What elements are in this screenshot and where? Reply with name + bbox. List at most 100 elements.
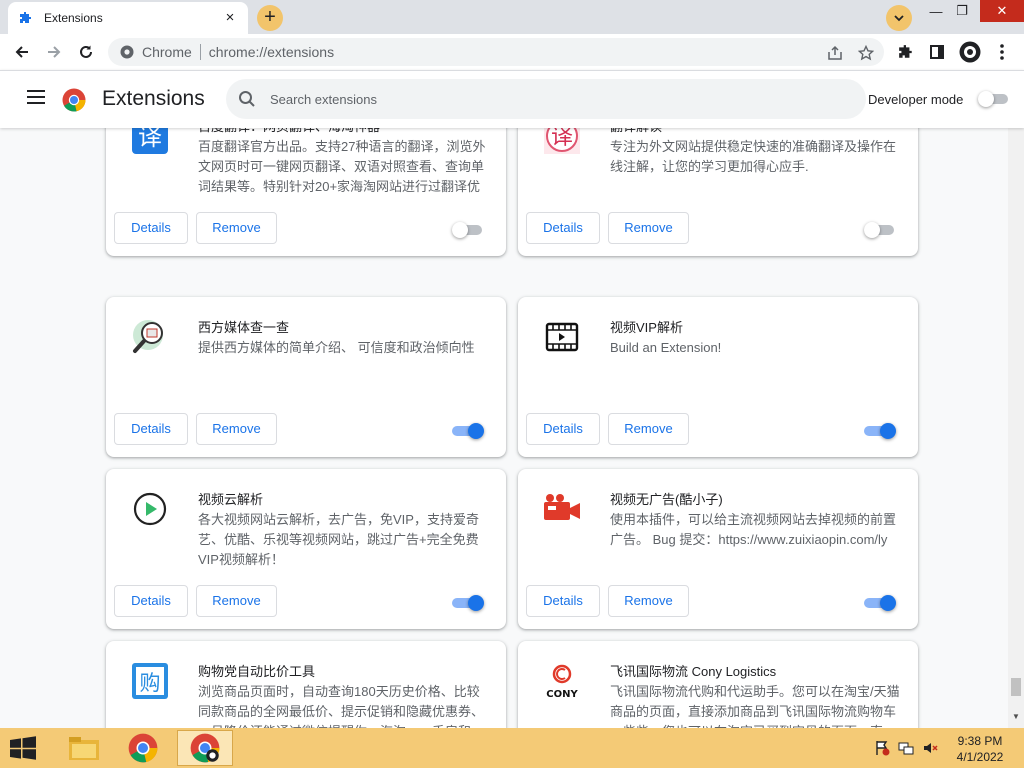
profile-avatar[interactable]: [956, 38, 984, 66]
developer-mode-label: Developer mode: [868, 92, 964, 107]
taskbar-file-explorer[interactable]: [56, 730, 112, 766]
chevron-down-icon: [894, 15, 904, 22]
video-camera-icon: [540, 487, 584, 531]
extension-card: 视频云解析 各大视频网站云解析，去广告，免VIP，支持爱奇艺、优酷、乐视等视频网…: [106, 469, 506, 629]
extension-enable-toggle[interactable]: [864, 423, 898, 439]
page-scrollbar[interactable]: ▼: [1008, 128, 1024, 728]
extension-description: 使用本插件，可以给主流视频网站去掉视频的前置广告。 Bug 提交：https:/…: [610, 512, 897, 547]
reload-button[interactable]: [72, 38, 100, 66]
close-window-button[interactable]: ✕: [980, 0, 1024, 22]
extension-card: 译 翻译解读 专注为外文网站提供稳定快速的准确翻译及操作在线注解，让您的学习更加…: [518, 128, 918, 256]
share-icon[interactable]: [826, 44, 844, 62]
extension-enable-toggle[interactable]: [864, 222, 898, 238]
scrollbar-thumb[interactable]: [1011, 678, 1021, 696]
bookmark-star-icon[interactable]: [857, 44, 875, 62]
remove-button[interactable]: Remove: [196, 585, 277, 617]
extension-description: 百度翻译官方出品。支持27种语言的翻译，浏览外文网页时可一键网页翻译、双语对照查…: [198, 139, 486, 194]
extension-enable-toggle[interactable]: [452, 595, 486, 611]
extensions-header: Extensions Developer mode: [0, 70, 1024, 128]
address-bar[interactable]: Chrome chrome://extensions: [108, 38, 884, 66]
reload-icon: [80, 45, 92, 58]
tab-close-icon[interactable]: ×: [222, 10, 238, 26]
omnibox-divider: [199, 44, 201, 60]
chrome-logo-icon: [62, 88, 86, 112]
extension-enable-toggle[interactable]: [452, 222, 486, 238]
extensions-puzzle-icon[interactable]: [892, 38, 920, 66]
extension-description: 各大视频网站云解析，去广告，免VIP，支持爱奇艺、优酷、乐视等视频网站，跳过广告…: [198, 512, 479, 567]
folder-icon: [69, 737, 99, 760]
tab-extensions[interactable]: Extensions ×: [8, 2, 248, 34]
search-input[interactable]: [270, 91, 830, 107]
volume-muted-icon[interactable]: [922, 740, 938, 756]
windows-start-icon[interactable]: [8, 736, 38, 760]
remove-button[interactable]: Remove: [196, 413, 277, 445]
toggle-knob: [864, 222, 880, 238]
clock-date: 4/1/2022: [956, 750, 1004, 764]
magnifier-media-icon: [128, 315, 172, 359]
forward-button[interactable]: [40, 38, 68, 66]
search-icon: [239, 91, 255, 107]
toggle-knob: [452, 222, 468, 238]
remove-button[interactable]: Remove: [608, 585, 689, 617]
extension-description: 飞讯国际物流代购和代运助手。您可以在淘宝/天猫商品的页面，直接添加商品到飞讯国际…: [610, 684, 900, 728]
forward-arrow-icon: [48, 46, 61, 58]
taskbar-chrome[interactable]: [115, 730, 171, 766]
extension-name: 购物党自动比价工具: [198, 664, 316, 679]
new-tab-button[interactable]: +: [257, 5, 283, 31]
remove-button[interactable]: Remove: [608, 413, 689, 445]
hamburger-menu-icon[interactable]: [27, 90, 47, 110]
details-button[interactable]: Details: [114, 413, 188, 445]
extension-name: 视频无广告(酷小子): [610, 492, 723, 507]
maximize-button[interactable]: ❐: [946, 0, 978, 22]
extension-name: 视频云解析: [198, 492, 264, 507]
tab-title: Extensions: [44, 11, 103, 25]
windows-taskbar: 9:38 PM 4/1/2022: [0, 728, 1024, 768]
gouwudang-icon: 购: [128, 659, 172, 703]
clock-time: 9:38 PM: [957, 734, 1003, 748]
details-button[interactable]: Details: [526, 212, 600, 244]
extension-description: 浏览商品页面时，自动查询180天历史价格、比较同款商品的全网最低价、提示促销和隐…: [198, 684, 485, 728]
kebab-menu-icon[interactable]: [988, 38, 1016, 66]
details-button[interactable]: Details: [526, 585, 600, 617]
details-button[interactable]: Details: [526, 413, 600, 445]
toggle-knob: [468, 595, 484, 611]
extension-enable-toggle[interactable]: [452, 423, 486, 439]
cony-wordmark: CONY: [546, 689, 578, 700]
extension-card: 视频VIP解析 Build an Extension! Details Remo…: [518, 297, 918, 457]
play-circle-icon: [128, 487, 172, 531]
extension-card: 视频无广告(酷小子) 使用本插件，可以给主流视频网站去掉视频的前置广告。 Bug…: [518, 469, 918, 629]
extension-card: 译 百度翻译：网页翻译、海淘神器 百度翻译官方出品。支持27种语言的翻译，浏览外…: [106, 128, 506, 256]
film-play-icon: [540, 315, 584, 359]
extension-name: 飞讯国际物流 Cony Logistics: [610, 664, 777, 679]
back-arrow-icon: [15, 46, 28, 58]
search-extensions-bar[interactable]: [226, 79, 866, 119]
extension-description: Build an Extension!: [610, 340, 722, 355]
translate-reader-icon: 译: [540, 128, 584, 158]
back-button[interactable]: [8, 38, 36, 66]
baidu-translate-glyph: 译: [138, 128, 162, 151]
extension-description: 提供西方媒体的简单介绍、 可信度和政治倾向性: [198, 340, 475, 355]
details-button[interactable]: Details: [114, 212, 188, 244]
extension-name: 视频VIP解析: [610, 320, 683, 335]
url-text: chrome://extensions: [208, 44, 335, 60]
extension-description: 专注为外文网站提供稳定快速的准确翻译及操作在线注解，让您的学习更加得心应手.: [610, 139, 897, 174]
action-center-flag-icon[interactable]: [874, 740, 890, 756]
remove-button[interactable]: Remove: [196, 212, 277, 244]
extension-card: CONY 飞讯国际物流 Cony Logistics 飞讯国际物流代购和代运助手…: [518, 641, 918, 728]
taskbar-chrome-active[interactable]: [177, 730, 233, 766]
browser-toolbar: Chrome chrome://extensions: [0, 34, 1024, 70]
extension-card: 购 购物党自动比价工具 浏览商品页面时，自动查询180天历史价格、比较同款商品的…: [106, 641, 506, 728]
scroll-down-arrow-icon[interactable]: ▼: [1012, 712, 1020, 721]
side-panel-icon[interactable]: [923, 38, 951, 66]
tab-strip: Extensions × + — ❐ ✕: [0, 0, 1024, 34]
details-button[interactable]: Details: [114, 585, 188, 617]
developer-mode-toggle[interactable]: [978, 91, 1012, 107]
extension-enable-toggle[interactable]: [864, 595, 898, 611]
omnibox-chrome-label: Chrome: [142, 44, 192, 60]
taskbar-clock[interactable]: 9:38 PM 4/1/2022: [948, 733, 1012, 765]
remove-button[interactable]: Remove: [608, 212, 689, 244]
translate-reader-glyph: 译: [551, 128, 573, 150]
network-icon[interactable]: [898, 740, 914, 756]
tab-search-button[interactable]: [886, 5, 912, 31]
gouwudang-glyph: 购: [140, 671, 161, 695]
